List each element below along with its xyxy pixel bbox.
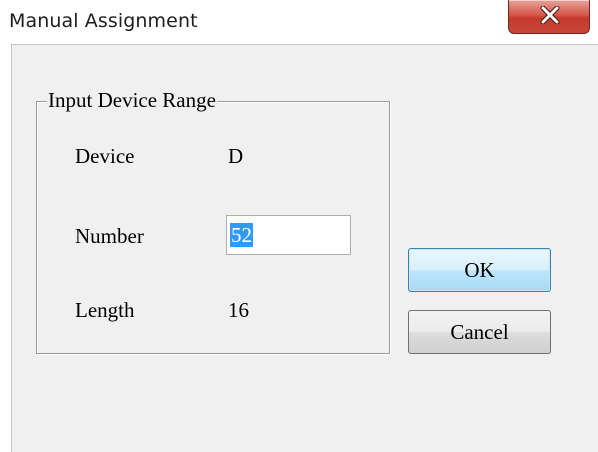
title-bar[interactable]: Manual Assignment [0, 0, 598, 44]
window-title: Manual Assignment [9, 10, 198, 32]
close-button[interactable] [508, 0, 590, 34]
device-value: D [228, 144, 244, 168]
ok-button[interactable]: OK [408, 248, 551, 292]
length-value: 16 [228, 298, 249, 322]
device-label: Device [75, 144, 135, 168]
number-label: Number [75, 224, 144, 248]
number-input-value: 52 [230, 223, 253, 247]
cancel-button[interactable]: Cancel [408, 310, 551, 354]
close-x-icon [540, 6, 560, 24]
group-legend: Input Device Range [47, 88, 217, 113]
length-label: Length [75, 298, 135, 322]
number-input[interactable]: 52 [226, 215, 351, 255]
